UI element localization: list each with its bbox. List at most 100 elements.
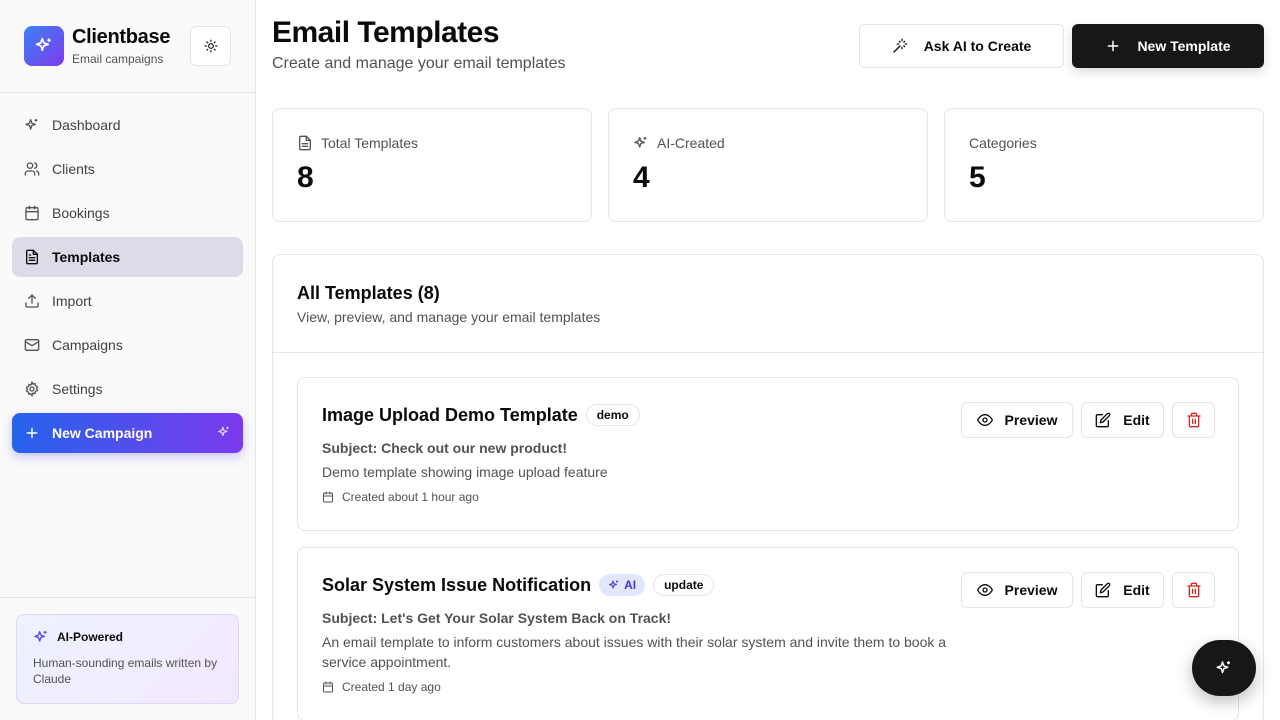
stat-value: 5 xyxy=(969,161,986,194)
ai-assistant-fab[interactable] xyxy=(1192,640,1256,696)
panel-header: All Templates (8) View, preview, and man… xyxy=(273,255,1263,353)
template-created-text: Created about 1 hour ago xyxy=(342,490,479,504)
sparkle-icon xyxy=(217,425,231,439)
file-text-icon xyxy=(297,135,313,151)
template-card[interactable]: Solar System Issue Notification AI updat… xyxy=(297,547,1239,720)
sparkles-icon xyxy=(33,629,49,645)
stat-label: Categories xyxy=(969,135,1037,151)
stat-card-categories: Categories 5 xyxy=(944,108,1264,222)
brand-subtitle: Email campaigns xyxy=(72,52,164,66)
sidebar-item-campaigns[interactable]: Campaigns xyxy=(12,325,243,365)
file-text-icon xyxy=(24,249,40,265)
brand-name: Clientbase xyxy=(72,26,171,48)
stat-card-total-templates: Total Templates 8 xyxy=(272,108,592,222)
sidebar-item-label: Campaigns xyxy=(52,337,123,353)
edit-button[interactable]: Edit xyxy=(1081,402,1164,438)
template-card[interactable]: Image Upload Demo Template demo Subject:… xyxy=(297,377,1239,531)
sidebar-item-templates[interactable]: Templates xyxy=(12,237,243,277)
sidebar-item-label: Dashboard xyxy=(52,117,121,133)
sidebar-item-bookings[interactable]: Bookings xyxy=(12,193,243,233)
sidebar-item-dashboard[interactable]: Dashboard xyxy=(12,105,243,145)
stat-value: 8 xyxy=(297,161,314,194)
sparkle-icon xyxy=(24,117,40,133)
template-name: Solar System Issue Notification xyxy=(322,574,592,595)
category-badge: demo xyxy=(585,404,640,426)
ai-badge: AI xyxy=(599,574,646,596)
calendar-icon xyxy=(24,205,40,221)
stat-card-ai-created: AI-Created 4 xyxy=(608,108,928,222)
theme-toggle-button[interactable] xyxy=(190,26,231,66)
sidebar-footer: AI-Powered Human-sounding emails written… xyxy=(0,597,255,720)
edit-label: Edit xyxy=(1123,582,1150,598)
edit-icon xyxy=(1095,582,1111,598)
template-created-text: Created 1 day ago xyxy=(342,680,441,694)
ai-card-description: Human-sounding emails written by Claude xyxy=(33,656,218,686)
upload-icon xyxy=(24,293,40,309)
templates-panel: All Templates (8) View, preview, and man… xyxy=(272,254,1264,720)
new-template-button[interactable]: New Template xyxy=(1072,24,1264,68)
template-subject: Subject: Check out our new product! xyxy=(322,440,568,456)
page-title: Email Templates xyxy=(272,16,500,49)
preview-button[interactable]: Preview xyxy=(961,572,1073,608)
trash-icon xyxy=(1186,412,1202,428)
sidebar-item-label: Bookings xyxy=(52,205,110,221)
stat-value: 4 xyxy=(633,161,650,194)
mail-icon xyxy=(24,337,40,353)
sparkle-icon xyxy=(1215,659,1233,677)
ask-ai-button[interactable]: Ask AI to Create xyxy=(859,24,1064,68)
page-subtitle: Create and manage your email templates xyxy=(272,55,566,72)
new-campaign-label: New Campaign xyxy=(52,425,153,441)
delete-button[interactable] xyxy=(1172,572,1215,608)
sidebar-item-label: Import xyxy=(52,293,92,309)
main-content: Email Templates Create and manage your e… xyxy=(256,0,1280,720)
sun-icon xyxy=(204,39,218,53)
sidebar-item-settings[interactable]: Settings xyxy=(12,369,243,409)
ask-ai-label: Ask AI to Create xyxy=(923,38,1032,54)
template-title-row: Solar System Issue Notification AI updat… xyxy=(322,574,715,596)
preview-label: Preview xyxy=(1004,412,1058,428)
sidebar-item-label: Templates xyxy=(52,249,121,265)
stat-label-text: Categories xyxy=(969,135,1037,151)
sparkles-icon xyxy=(34,36,54,56)
template-title-row: Image Upload Demo Template demo xyxy=(322,404,640,426)
calendar-icon xyxy=(322,681,334,693)
template-description: Demo template showing image upload featu… xyxy=(322,464,608,480)
preview-button[interactable]: Preview xyxy=(961,402,1073,438)
category-badge: update xyxy=(653,574,715,596)
template-created: Created about 1 hour ago xyxy=(322,490,479,504)
stat-label: Total Templates xyxy=(297,135,418,151)
ai-badge-label: AI xyxy=(624,578,637,592)
plus-icon xyxy=(24,425,40,441)
sparkle-icon xyxy=(608,579,620,591)
preview-label: Preview xyxy=(1004,582,1058,598)
brand-header: Clientbase Email campaigns xyxy=(0,0,255,93)
template-description: An email template to inform customers ab… xyxy=(322,634,947,670)
panel-subtitle: View, preview, and manage your email tem… xyxy=(297,309,601,325)
sidebar-nav: Dashboard Clients Bookings Templates Imp… xyxy=(12,105,243,457)
sidebar: Clientbase Email campaigns Dashboard Cli… xyxy=(0,0,256,720)
eye-icon xyxy=(976,412,993,428)
trash-icon xyxy=(1186,582,1202,598)
brand-logo[interactable] xyxy=(24,26,64,66)
panel-title: All Templates (8) xyxy=(297,283,440,303)
edit-icon xyxy=(1095,412,1111,428)
ai-card-title-text: AI-Powered xyxy=(57,630,124,644)
sparkle-icon xyxy=(633,135,649,151)
new-template-label: New Template xyxy=(1137,38,1231,54)
edit-button[interactable]: Edit xyxy=(1081,572,1164,608)
sidebar-item-import[interactable]: Import xyxy=(12,281,243,321)
eye-icon xyxy=(976,582,993,598)
sidebar-item-clients[interactable]: Clients xyxy=(12,149,243,189)
magic-wand-icon xyxy=(892,38,908,54)
ai-powered-card: AI-Powered Human-sounding emails written… xyxy=(16,614,239,704)
template-created: Created 1 day ago xyxy=(322,680,441,694)
users-icon xyxy=(24,161,40,177)
edit-label: Edit xyxy=(1123,412,1150,428)
delete-button[interactable] xyxy=(1172,402,1215,438)
stat-label: AI-Created xyxy=(633,135,725,151)
new-campaign-button[interactable]: New Campaign xyxy=(12,413,243,453)
stat-label-text: Total Templates xyxy=(321,135,419,151)
template-subject: Subject: Let's Get Your Solar System Bac… xyxy=(322,610,672,626)
ai-card-title: AI-Powered xyxy=(33,629,222,645)
template-name: Image Upload Demo Template xyxy=(322,404,578,425)
